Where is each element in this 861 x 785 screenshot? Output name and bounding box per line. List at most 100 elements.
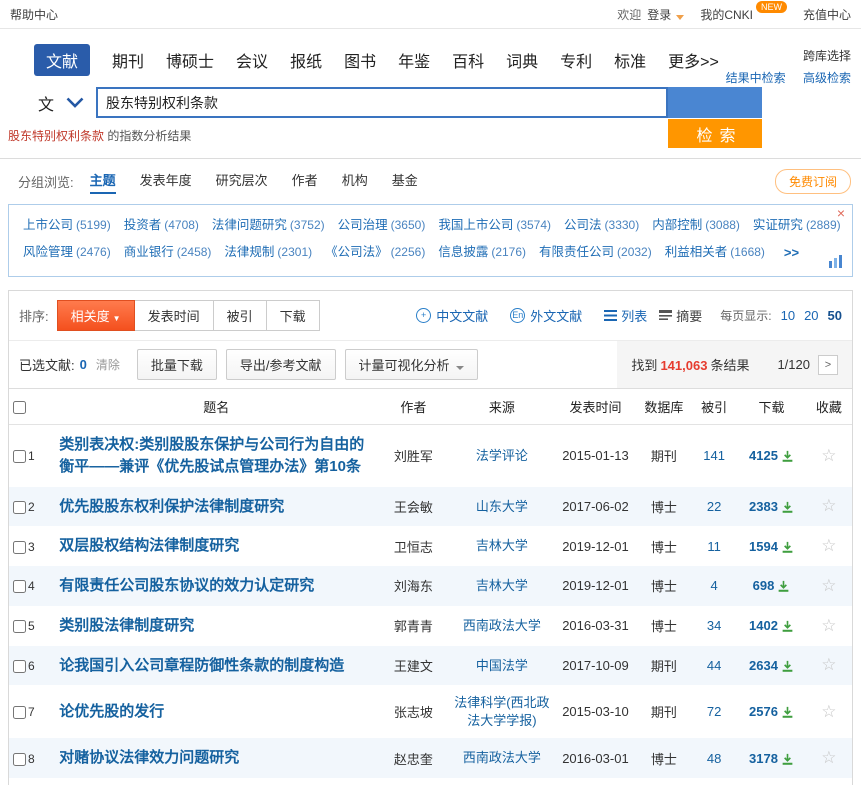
cited-count-link[interactable]: 34 [707, 618, 721, 633]
nav-tab[interactable]: 会议 [236, 48, 268, 72]
download-count-link[interactable]: 3178 [749, 751, 778, 766]
close-icon[interactable]: × [837, 206, 845, 220]
topic-filter-link[interactable]: 《公司法》(2256) [325, 239, 425, 266]
cited-count-link[interactable]: 11 [707, 539, 721, 554]
login-link[interactable]: 登录 [647, 6, 671, 23]
row-checkbox[interactable] [13, 541, 26, 554]
nav-tab[interactable]: 期刊 [112, 48, 144, 72]
group-item[interactable]: 作者 [292, 170, 318, 194]
sort-button[interactable]: 被引 [213, 300, 267, 331]
topic-filter-link[interactable]: 我国上市公司(3574) [438, 212, 551, 239]
download-count-link[interactable]: 698 [753, 578, 775, 593]
favorite-star-icon[interactable]: ☆ [821, 702, 836, 721]
search-blue-button[interactable] [668, 87, 762, 118]
abstract-view-toggle[interactable]: 摘要 [659, 306, 702, 325]
more-filters-link[interactable]: >> [784, 239, 799, 266]
free-subscription-button[interactable]: 免费订阅 [775, 169, 851, 194]
download-count-link[interactable]: 1402 [749, 618, 778, 633]
select-all-checkbox[interactable] [13, 401, 26, 414]
chinese-literature-toggle[interactable]: + 中文文献 [416, 306, 488, 325]
download-count-link[interactable]: 4125 [749, 448, 778, 463]
nav-tab[interactable]: 词典 [506, 48, 538, 72]
cited-count-link[interactable]: 4 [711, 578, 718, 593]
download-icon[interactable] [781, 706, 794, 719]
result-title-link[interactable]: 论优先股的发行 [59, 703, 164, 720]
nav-tab[interactable]: 图书 [344, 48, 376, 72]
topic-filter-link[interactable]: 有限责任公司(2032) [539, 239, 652, 266]
row-checkbox[interactable] [13, 501, 26, 514]
result-title-link[interactable]: 优先股股东权利保护法律制度研究 [59, 498, 284, 515]
result-title-link[interactable]: 双层股权结构法律制度研究 [59, 537, 239, 554]
download-icon[interactable] [781, 620, 794, 633]
row-checkbox[interactable] [13, 580, 26, 593]
nav-tab[interactable]: 百科 [452, 48, 484, 72]
sort-button[interactable]: 相关度 [57, 300, 135, 331]
download-icon[interactable] [781, 660, 794, 673]
advanced-search-link[interactable]: 高级检索 [803, 71, 851, 85]
topic-filter-link[interactable]: 上市公司(5199) [23, 212, 111, 239]
cited-count-link[interactable]: 44 [707, 658, 721, 673]
nav-tab[interactable]: 文献 [34, 44, 90, 76]
nav-tab[interactable]: 标准 [614, 48, 646, 72]
favorite-star-icon[interactable]: ☆ [821, 536, 836, 555]
result-title-link[interactable]: 类别股法律制度研究 [59, 617, 194, 634]
cited-count-link[interactable]: 48 [707, 751, 721, 766]
cited-count-link[interactable]: 141 [703, 448, 725, 463]
download-count-link[interactable]: 1594 [749, 539, 778, 554]
group-item[interactable]: 发表年度 [140, 170, 192, 194]
index-analysis-query-link[interactable]: 股东特别权利条款 [8, 129, 104, 143]
topic-filter-link[interactable]: 利益相关者(1668) [665, 239, 765, 266]
visual-analysis-dropdown[interactable]: 计量可视化分析 [345, 349, 478, 380]
download-icon[interactable] [781, 450, 794, 463]
row-checkbox[interactable] [13, 753, 26, 766]
result-source-link[interactable]: 吉林大学 [476, 577, 528, 595]
foreign-literature-toggle[interactable]: En 外文文献 [510, 306, 582, 325]
topic-filter-link[interactable]: 公司法(3330) [564, 212, 639, 239]
row-checkbox[interactable] [13, 706, 26, 719]
favorite-star-icon[interactable]: ☆ [821, 496, 836, 515]
row-checkbox[interactable] [13, 450, 26, 463]
topic-filter-link[interactable]: 内部控制(3088) [652, 212, 740, 239]
download-icon[interactable] [777, 580, 790, 593]
next-page-button[interactable]: > [818, 355, 838, 375]
topic-filter-link[interactable]: 信息披露(2176) [438, 239, 526, 266]
topic-filter-link[interactable]: 法律问题研究(3752) [212, 212, 325, 239]
export-references-button[interactable]: 导出/参考文献 [226, 349, 336, 380]
favorite-star-icon[interactable]: ☆ [821, 576, 836, 595]
result-title-link[interactable]: 类别表决权:类别股股东保护与公司行为自由的衡平——兼评《优先股试点管理办法》第1… [59, 436, 364, 475]
per-page-option[interactable]: 10 [781, 308, 795, 323]
topic-filter-link[interactable]: 风险管理(2476) [23, 239, 111, 266]
result-source-link[interactable]: 西南政法大学 [463, 617, 541, 635]
topic-filter-link[interactable]: 实证研究(2889) [753, 212, 841, 239]
result-source-link[interactable]: 山东大学 [476, 498, 528, 516]
favorite-star-icon[interactable]: ☆ [821, 446, 836, 465]
result-title-link[interactable]: 对赌协议法律效力问题研究 [59, 749, 239, 766]
result-source-link[interactable]: 法学评论 [476, 447, 528, 465]
result-title-link[interactable]: 论我国引入公司章程防御性条款的制度构造 [59, 657, 344, 674]
topic-filter-link[interactable]: 商业银行(2458) [124, 239, 212, 266]
result-source-link[interactable]: 西南政法大学 [463, 749, 541, 767]
nav-tab[interactable]: 博硕士 [166, 48, 214, 72]
result-title-link[interactable]: 有限责任公司股东协议的效力认定研究 [59, 577, 314, 594]
group-item[interactable]: 基金 [392, 170, 418, 194]
favorite-star-icon[interactable]: ☆ [821, 655, 836, 674]
per-page-option[interactable]: 50 [828, 308, 842, 323]
batch-download-button[interactable]: 批量下载 [137, 349, 217, 380]
group-item[interactable]: 机构 [342, 170, 368, 194]
sort-button[interactable]: 下载 [266, 300, 320, 331]
help-center-link[interactable]: 帮助中心 [10, 6, 58, 23]
recharge-center-link[interactable]: 充值中心 [803, 6, 851, 23]
row-checkbox[interactable] [13, 620, 26, 633]
download-count-link[interactable]: 2634 [749, 658, 778, 673]
result-source-link[interactable]: 法律科学(西北政法大学学报) [454, 694, 551, 729]
bar-chart-icon[interactable] [829, 253, 843, 271]
search-field-select[interactable]: 文 [0, 87, 96, 118]
search-submit-button[interactable]: 检索 [668, 119, 762, 148]
group-item[interactable]: 研究层次 [216, 170, 268, 194]
topic-filter-link[interactable]: 公司治理(3650) [338, 212, 426, 239]
my-cnki-link[interactable]: 我的CNKINEW [700, 6, 787, 23]
favorite-star-icon[interactable]: ☆ [821, 748, 836, 767]
row-checkbox[interactable] [13, 660, 26, 673]
cross-db-select-link[interactable]: 跨库选择 [803, 47, 851, 64]
clear-selection-link[interactable]: 清除 [96, 356, 120, 373]
